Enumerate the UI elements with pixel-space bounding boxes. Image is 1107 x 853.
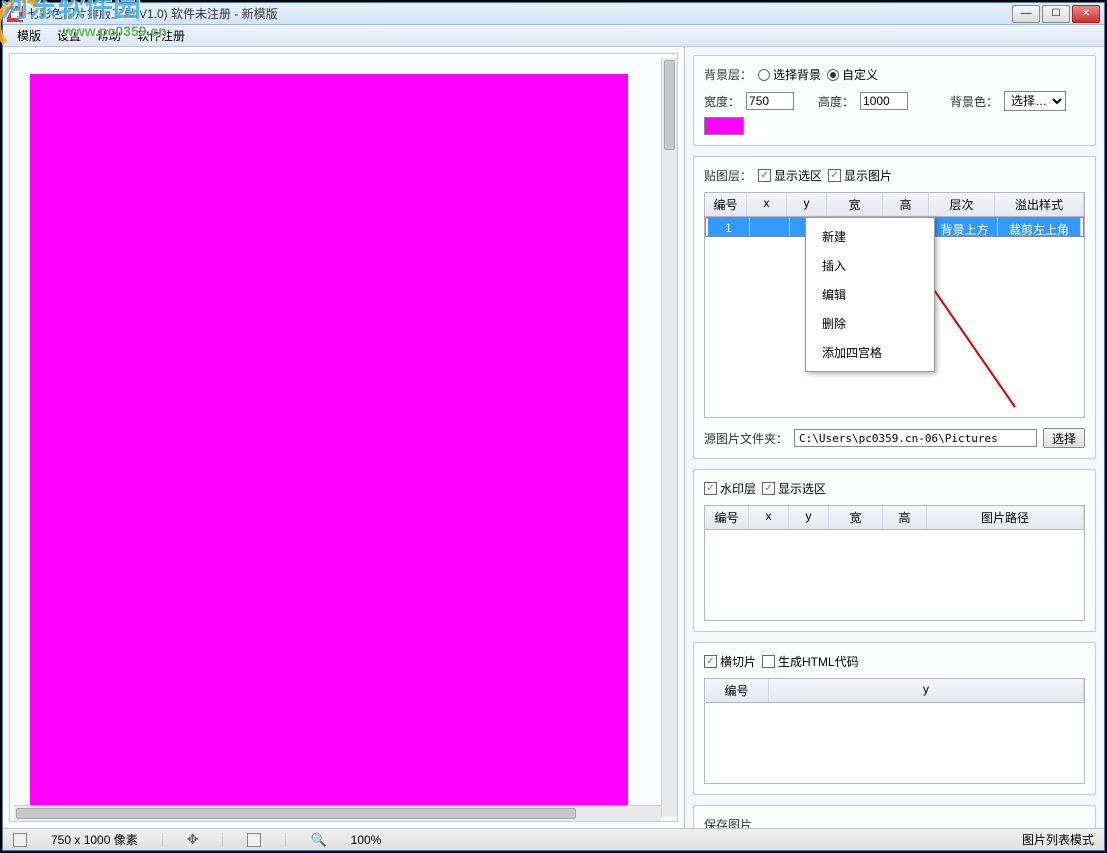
paste-panel: 贴图层： ✓显示选区 ✓显示图片 编号 x y 宽 高 层次 溢出样式	[693, 156, 1096, 459]
slice-check[interactable]: ✓横切片	[704, 653, 756, 670]
maximize-button[interactable]: ☐	[1042, 5, 1070, 23]
selection-icon[interactable]	[247, 833, 261, 847]
height-label: 高度：	[818, 93, 854, 110]
context-menu: 新建 插入 编辑 删除 添加四宫格	[805, 217, 935, 372]
title-text: 七彩色图片排版工具(V1.0) 软件未注册 - 新模版	[27, 5, 1012, 22]
bgcolor-select[interactable]: 选择…	[1004, 91, 1066, 111]
menu-settings[interactable]: 设置	[51, 25, 87, 46]
paste-grid[interactable]: 编号 x y 宽 高 层次 溢出样式 1	[704, 192, 1085, 418]
body: 背景层： 选择背景 自定义 宽度： 高度： 背景色： 选择…	[3, 47, 1104, 828]
app-window: 河东软件园 www.pc0359.cn 七彩色图片排版工具(V1.0) 软件未注…	[2, 2, 1105, 851]
paste-layer-label: 贴图层：	[704, 167, 752, 184]
menu-register[interactable]: 软件注册	[131, 25, 191, 46]
titlebar: 七彩色图片排版工具(V1.0) 软件未注册 - 新模版 — ☐ ✕	[3, 3, 1104, 25]
ctx-new[interactable]: 新建	[806, 222, 934, 251]
fit-icon[interactable]	[13, 833, 27, 847]
bgcolor-swatch[interactable]	[704, 117, 744, 135]
side-panel: 背景层： 选择背景 自定义 宽度： 高度： 背景色： 选择…	[684, 47, 1104, 828]
show-selection-check[interactable]: ✓显示选区	[758, 167, 822, 184]
save-panel: 保存图片 格式： JPG 质量： 90(高) 图片保存到： 选择	[693, 805, 1096, 828]
slice-grid[interactable]: 编号 y	[704, 678, 1085, 784]
bg-custom-radio[interactable]: 自定义	[827, 66, 878, 83]
height-input[interactable]	[860, 92, 908, 110]
minimize-button[interactable]: —	[1012, 5, 1040, 23]
canvas[interactable]	[30, 74, 628, 822]
wm-grid-header: 编号 x y 宽 高 图片路径	[705, 506, 1084, 530]
paste-grid-header: 编号 x y 宽 高 层次 溢出样式	[705, 193, 1084, 217]
src-folder-input[interactable]	[794, 429, 1037, 447]
status-zoom: 100%	[351, 833, 382, 847]
ctx-insert[interactable]: 插入	[806, 251, 934, 280]
horizontal-scrollbar[interactable]	[14, 805, 661, 821]
watermark-grid[interactable]: 编号 x y 宽 高 图片路径	[704, 505, 1085, 621]
html-check[interactable]: 生成HTML代码	[762, 653, 859, 670]
watermark-check[interactable]: ✓水印层	[704, 480, 756, 497]
slice-panel: ✓横切片 生成HTML代码 编号 y	[693, 642, 1096, 795]
app-icon	[7, 6, 23, 22]
slice-grid-header: 编号 y	[705, 679, 1084, 703]
vscroll-thumb[interactable]	[664, 60, 675, 150]
canvas-pane	[3, 47, 684, 828]
close-button[interactable]: ✕	[1072, 5, 1100, 23]
statusbar: 750 x 1000 像素 ✥ 🔍 100% 图片列表模式	[3, 828, 1104, 850]
menubar: 模版 设置 帮助 软件注册	[3, 25, 1104, 47]
paste-grid-body: 1 背景上方 裁剪左上角 新建 插入 编辑 删除	[705, 217, 1084, 417]
status-mode: 图片列表模式	[1022, 831, 1094, 848]
src-folder-label: 源图片文件夹：	[704, 430, 788, 447]
src-browse-button[interactable]: 选择	[1043, 428, 1085, 448]
ctx-delete[interactable]: 删除	[806, 309, 934, 338]
zoom-icon[interactable]: 🔍	[310, 832, 326, 848]
menu-help[interactable]: 帮助	[91, 25, 127, 46]
width-label: 宽度：	[704, 93, 740, 110]
show-image-check[interactable]: ✓显示图片	[828, 167, 892, 184]
width-input[interactable]	[746, 92, 794, 110]
move-icon[interactable]: ✥	[187, 831, 199, 848]
slice-grid-body	[705, 703, 1084, 783]
save-title: 保存图片	[704, 816, 752, 828]
watermark-panel: ✓水印层 ✓显示选区 编号 x y 宽 高 图片路径	[693, 469, 1096, 632]
bg-select-radio[interactable]: 选择背景	[758, 66, 821, 83]
background-panel: 背景层： 选择背景 自定义 宽度： 高度： 背景色： 选择…	[693, 55, 1096, 146]
menu-template[interactable]: 模版	[11, 25, 47, 46]
ctx-add4grid[interactable]: 添加四宫格	[806, 338, 934, 367]
wm-grid-body	[705, 530, 1084, 620]
wm-show-selection-check[interactable]: ✓显示选区	[762, 480, 826, 497]
vertical-scrollbar[interactable]	[661, 58, 677, 817]
status-dimensions: 750 x 1000 像素	[51, 831, 138, 848]
canvas-area[interactable]	[9, 53, 678, 822]
bgcolor-label: 背景色：	[950, 93, 998, 110]
ctx-edit[interactable]: 编辑	[806, 280, 934, 309]
bg-layer-label: 背景层：	[704, 66, 752, 83]
hscroll-thumb[interactable]	[16, 808, 576, 819]
